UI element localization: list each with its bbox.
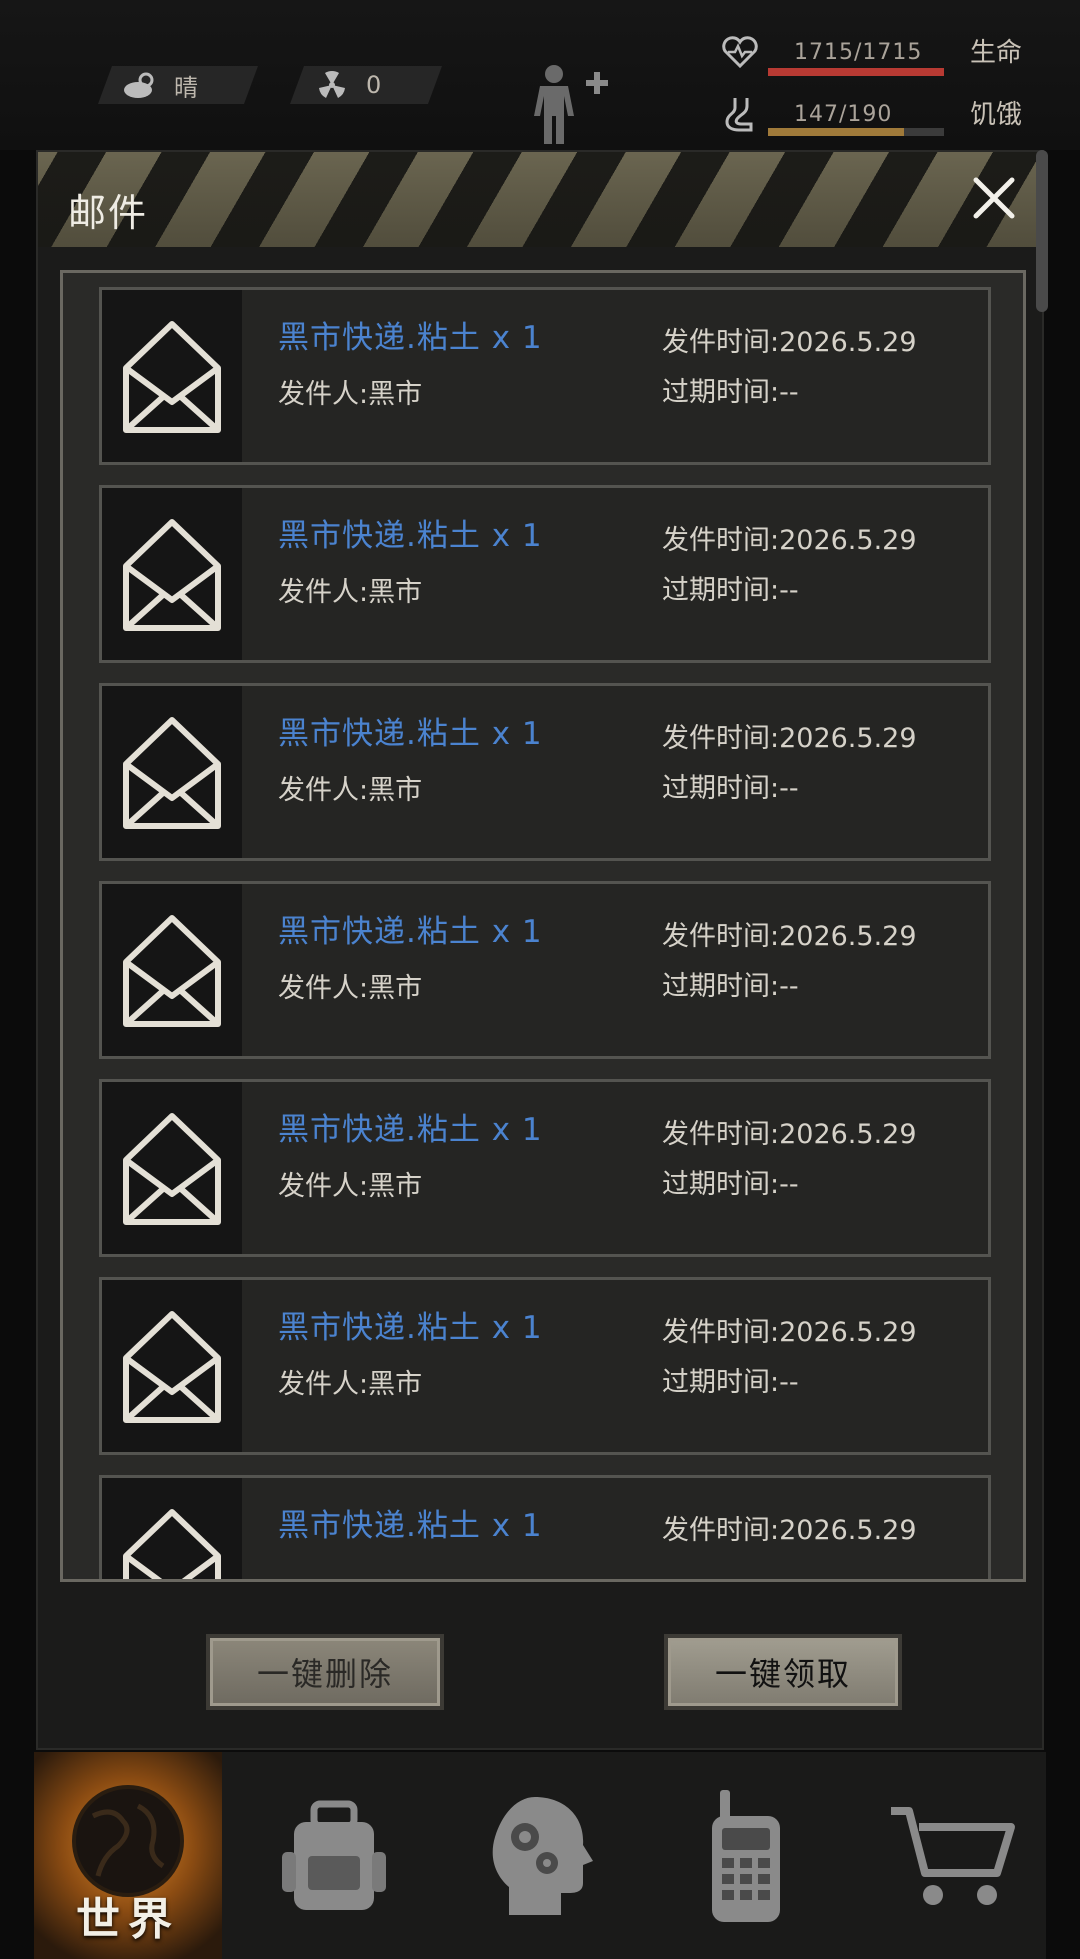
hunger-value: 147/190 xyxy=(794,101,893,127)
hunger-bar xyxy=(768,128,944,136)
mail-expire-time: 过期时间:-- xyxy=(662,773,799,804)
envelope-icon xyxy=(102,1082,242,1254)
nav-radio[interactable] xyxy=(652,1752,840,1959)
mail-sender: 发件人:黑市 xyxy=(278,577,423,608)
mail-sender: 发件人:黑市 xyxy=(278,379,423,410)
mail-item[interactable]: 黑市快递.粘土 x 1 发件人:黑市 发件时间:2026.5.29 过期时间:-- xyxy=(99,683,991,861)
status-bar: 晴 0 1715/1715 生命 147/190 饥饿 xyxy=(0,0,1080,150)
nav-skills[interactable] xyxy=(446,1752,634,1959)
mail-expire-time: 过期时间:-- xyxy=(662,1169,799,1200)
bottom-nav: 世界 xyxy=(34,1752,1046,1959)
nav-backpack[interactable] xyxy=(240,1752,428,1959)
stomach-icon xyxy=(720,94,760,134)
backpack-icon xyxy=(282,1800,386,1910)
mail-expire-time: 过期时间:-- xyxy=(662,377,799,408)
health-bar xyxy=(768,68,944,76)
mail-sent-time: 发件时间:2026.5.29 xyxy=(662,921,917,952)
mail-sender: 发件人:黑市 xyxy=(278,775,423,806)
mail-sent-time: 发件时间:2026.5.29 xyxy=(662,1317,917,1348)
nav-world-label: 世界 xyxy=(76,1894,180,1945)
mail-sender: 发件人:黑市 xyxy=(278,973,423,1004)
mail-sent-time: 发件时间:2026.5.29 xyxy=(662,1515,917,1546)
mail-item[interactable]: 黑市快递.粘土 x 1 发件人:黑市 发件时间:2026.5.29 过期时间:-- xyxy=(99,1277,991,1455)
envelope-icon xyxy=(102,884,242,1056)
heart-pulse-icon xyxy=(720,32,760,72)
delete-all-button[interactable]: 一键删除 xyxy=(206,1634,444,1710)
cloud-sun-icon xyxy=(120,70,160,100)
mail-expire-time: 过期时间:-- xyxy=(662,1367,799,1398)
mail-item[interactable]: 黑市快递.粘土 x 1 发件时间:2026.5.29 xyxy=(99,1475,991,1579)
character-heal-icon[interactable] xyxy=(526,62,616,146)
close-icon xyxy=(973,177,1015,219)
panel-header: 邮件 xyxy=(38,152,1042,247)
mail-panel: 邮件 黑市快递.粘土 x 1 发件人:黑市 发件时间:2026.5.29 过期时间:-… xyxy=(36,150,1044,1750)
mail-sender: 发件人:黑市 xyxy=(278,1171,423,1202)
radiation-icon xyxy=(312,70,352,100)
mail-title: 黑市快递.粘土 x 1 xyxy=(278,1508,543,1544)
head-gears-icon xyxy=(492,1796,593,1915)
close-button[interactable] xyxy=(966,170,1022,226)
mail-title: 黑市快递.粘土 x 1 xyxy=(278,518,543,554)
mail-sender: 发件人:黑市 xyxy=(278,1369,423,1400)
mail-title: 黑市快递.粘土 x 1 xyxy=(278,1310,543,1346)
mail-item[interactable]: 黑市快递.粘土 x 1 发件人:黑市 发件时间:2026.5.29 过期时间:-- xyxy=(99,287,991,465)
health-label: 生命 xyxy=(969,38,1022,68)
scrollbar[interactable] xyxy=(1036,150,1048,312)
mail-sent-time: 发件时间:2026.5.29 xyxy=(662,327,917,358)
mail-title: 黑市快递.粘土 x 1 xyxy=(278,716,543,752)
mail-item[interactable]: 黑市快递.粘土 x 1 发件人:黑市 发件时间:2026.5.29 过期时间:-- xyxy=(99,485,991,663)
radio-icon xyxy=(712,1789,780,1922)
mail-expire-time: 过期时间:-- xyxy=(662,575,799,606)
panel-title: 邮件 xyxy=(68,191,149,235)
mail-item[interactable]: 黑市快递.粘土 x 1 发件人:黑市 发件时间:2026.5.29 过期时间:-- xyxy=(99,1079,991,1257)
mail-title: 黑市快递.粘土 x 1 xyxy=(278,1112,543,1148)
mail-title: 黑市快递.粘土 x 1 xyxy=(278,914,543,950)
envelope-icon xyxy=(102,1478,242,1579)
claim-all-button[interactable]: 一键领取 xyxy=(664,1634,902,1710)
mail-sent-time: 发件时间:2026.5.29 xyxy=(662,525,917,556)
cart-icon xyxy=(891,1806,1015,1905)
mail-expire-time: 过期时间:-- xyxy=(662,971,799,1002)
nav-shop[interactable] xyxy=(858,1752,1046,1959)
radiation-value: 0 xyxy=(366,71,382,99)
mail-item[interactable]: 黑市快递.粘土 x 1 发件人:黑市 发件时间:2026.5.29 过期时间:-- xyxy=(99,881,991,1059)
mail-list[interactable]: 黑市快递.粘土 x 1 发件人:黑市 发件时间:2026.5.29 过期时间:-- 黑市… xyxy=(60,270,1026,1582)
weather-indicator: 晴 xyxy=(98,66,258,104)
mail-sent-time: 发件时间:2026.5.29 xyxy=(662,1119,917,1150)
mail-sent-time: 发件时间:2026.5.29 xyxy=(662,723,917,754)
envelope-icon xyxy=(102,1280,242,1452)
envelope-icon xyxy=(102,290,242,462)
health-value: 1715/1715 xyxy=(794,39,923,65)
radiation-indicator: 0 xyxy=(290,66,442,104)
mail-title: 黑市快递.粘土 x 1 xyxy=(278,320,543,356)
envelope-icon xyxy=(102,686,242,858)
envelope-icon xyxy=(102,488,242,660)
weather-label: 晴 xyxy=(174,73,198,102)
nav-world[interactable]: 世界 xyxy=(34,1752,222,1959)
hunger-label: 饥饿 xyxy=(969,100,1022,130)
